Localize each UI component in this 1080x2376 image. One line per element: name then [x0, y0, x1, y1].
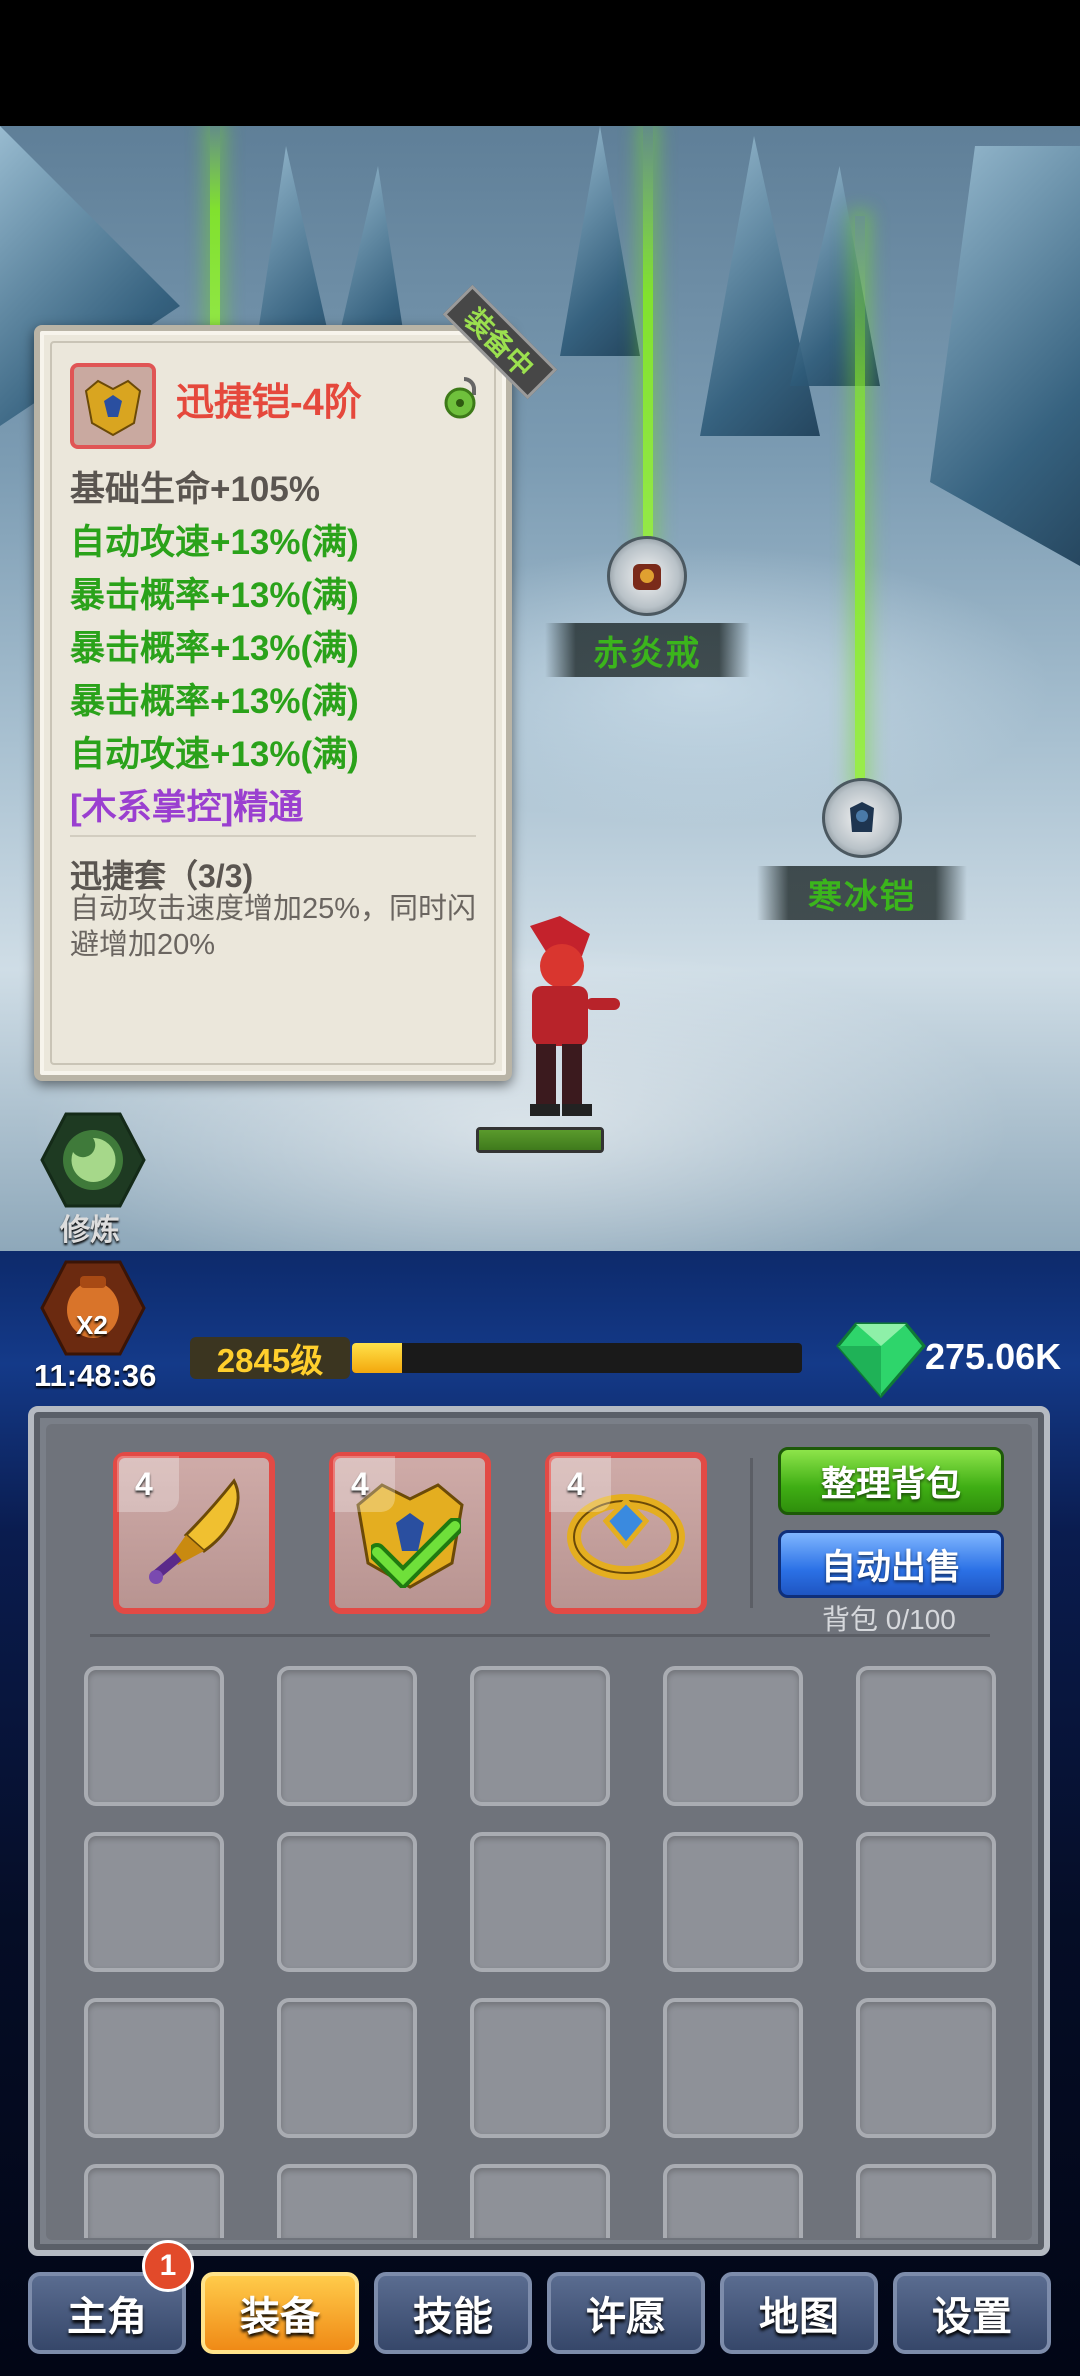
loot-beam	[643, 126, 653, 546]
nav-tab-wish[interactable]: 许愿	[547, 2272, 705, 2354]
bag-slot[interactable]	[277, 1666, 417, 1806]
player-level: 2845级	[190, 1337, 350, 1379]
drop-name: 寒冰铠	[808, 877, 916, 916]
divider	[750, 1458, 753, 1608]
armor-icon	[84, 379, 142, 437]
bag-slot[interactable]	[277, 2164, 417, 2238]
sort-bag-button[interactable]: 整理背包	[778, 1447, 1004, 1515]
mastery-stat: [木系掌控]精通	[70, 788, 304, 827]
drop-item-armor[interactable]	[822, 778, 902, 858]
bag-slot[interactable]	[856, 1998, 996, 2138]
hero-hp-bar	[476, 1127, 604, 1153]
bag-slot[interactable]	[856, 1666, 996, 1806]
item-level: 4	[549, 1456, 611, 1512]
bag-slot[interactable]	[470, 1666, 610, 1806]
bag-slot[interactable]	[856, 1832, 996, 1972]
bag-slot[interactable]	[663, 1666, 803, 1806]
bag-slot[interactable]	[277, 1998, 417, 2138]
ice-crystal	[700, 136, 820, 436]
cultivate-label: 修炼	[60, 1214, 120, 1247]
ring-icon	[633, 564, 661, 590]
cultivate-button[interactable]	[40, 1110, 146, 1210]
set-description: 自动攻击速度增加25%，同时闪避增加20%	[70, 893, 477, 961]
notification-badge: 1	[142, 2240, 194, 2292]
bag-slot[interactable]	[84, 1832, 224, 1972]
bonus-stat: 自动攻速+13%(满)	[70, 523, 359, 562]
bonus-stat: 暴击概率+13%(满)	[70, 629, 359, 668]
gem-count: 275.06K	[925, 1336, 1062, 1377]
auto-sell-button[interactable]: 自动出售	[778, 1530, 1004, 1598]
base-stat: 基础生命+105%	[70, 470, 320, 509]
divider	[70, 835, 476, 837]
bonus-stat: 暴击概率+13%(满)	[70, 682, 359, 721]
divider	[90, 1634, 990, 1637]
xp-fill	[352, 1343, 402, 1373]
boost-timer: 11:48:36	[34, 1358, 157, 1393]
drop-label: 赤炎戒	[545, 623, 750, 677]
drop-name: 赤炎戒	[593, 634, 702, 673]
bag-slot[interactable]	[470, 2164, 610, 2238]
item-icon	[70, 363, 156, 449]
equipped-check-icon	[371, 1518, 461, 1588]
ice-crystal	[790, 166, 880, 386]
equipped-slot-weapon[interactable]: 4	[113, 1452, 275, 1614]
xp-bar	[352, 1343, 802, 1373]
bag-capacity: 背包 0/100	[822, 1604, 956, 1635]
bag-slot[interactable]	[856, 2164, 996, 2238]
drop-item-ring[interactable]	[607, 536, 687, 616]
bag-slot[interactable]	[663, 1832, 803, 1972]
loot-beam	[210, 126, 220, 336]
bag-slot[interactable]	[470, 1998, 610, 2138]
bag-slot[interactable]	[470, 1832, 610, 1972]
bonus-stat: 暴击概率+13%(满)	[70, 576, 359, 615]
equipped-slot-ring[interactable]: 4	[545, 1452, 707, 1614]
double-boost-button[interactable]: X2	[40, 1258, 146, 1358]
bag-slot[interactable]	[84, 1998, 224, 2138]
item-name: 迅捷铠-4阶	[176, 382, 362, 424]
item-tooltip: 迅捷铠-4阶 装备中 基础生命+105% 自动攻速+13%(满) 暴击概率+13…	[34, 284, 558, 1081]
boost-badge: X2	[76, 1310, 108, 1340]
nav-tab-map[interactable]: 地图	[720, 2272, 878, 2354]
drop-label: 寒冰铠	[757, 866, 967, 920]
item-level: 4	[333, 1456, 395, 1512]
loot-beam	[855, 216, 865, 786]
nav-tab-equipment[interactable]: 装备	[201, 2272, 359, 2354]
bag-slot[interactable]	[84, 1666, 224, 1806]
bonus-stat: 自动攻速+13%(满)	[70, 735, 359, 774]
item-level: 4	[117, 1456, 179, 1512]
treasure-jar-icon	[40, 1260, 146, 1356]
ice-crystal	[560, 126, 640, 356]
ice-rock	[930, 146, 1080, 566]
nav-tab-settings[interactable]: 设置	[893, 2272, 1051, 2354]
bag-slot[interactable]	[663, 2164, 803, 2238]
bag-slot[interactable]	[663, 1998, 803, 2138]
armor-icon	[850, 802, 874, 832]
lock-icon[interactable]	[440, 373, 488, 421]
gem-icon	[836, 1322, 926, 1398]
bag-slot[interactable]	[277, 1832, 417, 1972]
equipped-slot-armor[interactable]: 4	[329, 1452, 491, 1614]
nav-tab-skills[interactable]: 技能	[374, 2272, 532, 2354]
bag-slot[interactable]	[84, 2164, 224, 2238]
